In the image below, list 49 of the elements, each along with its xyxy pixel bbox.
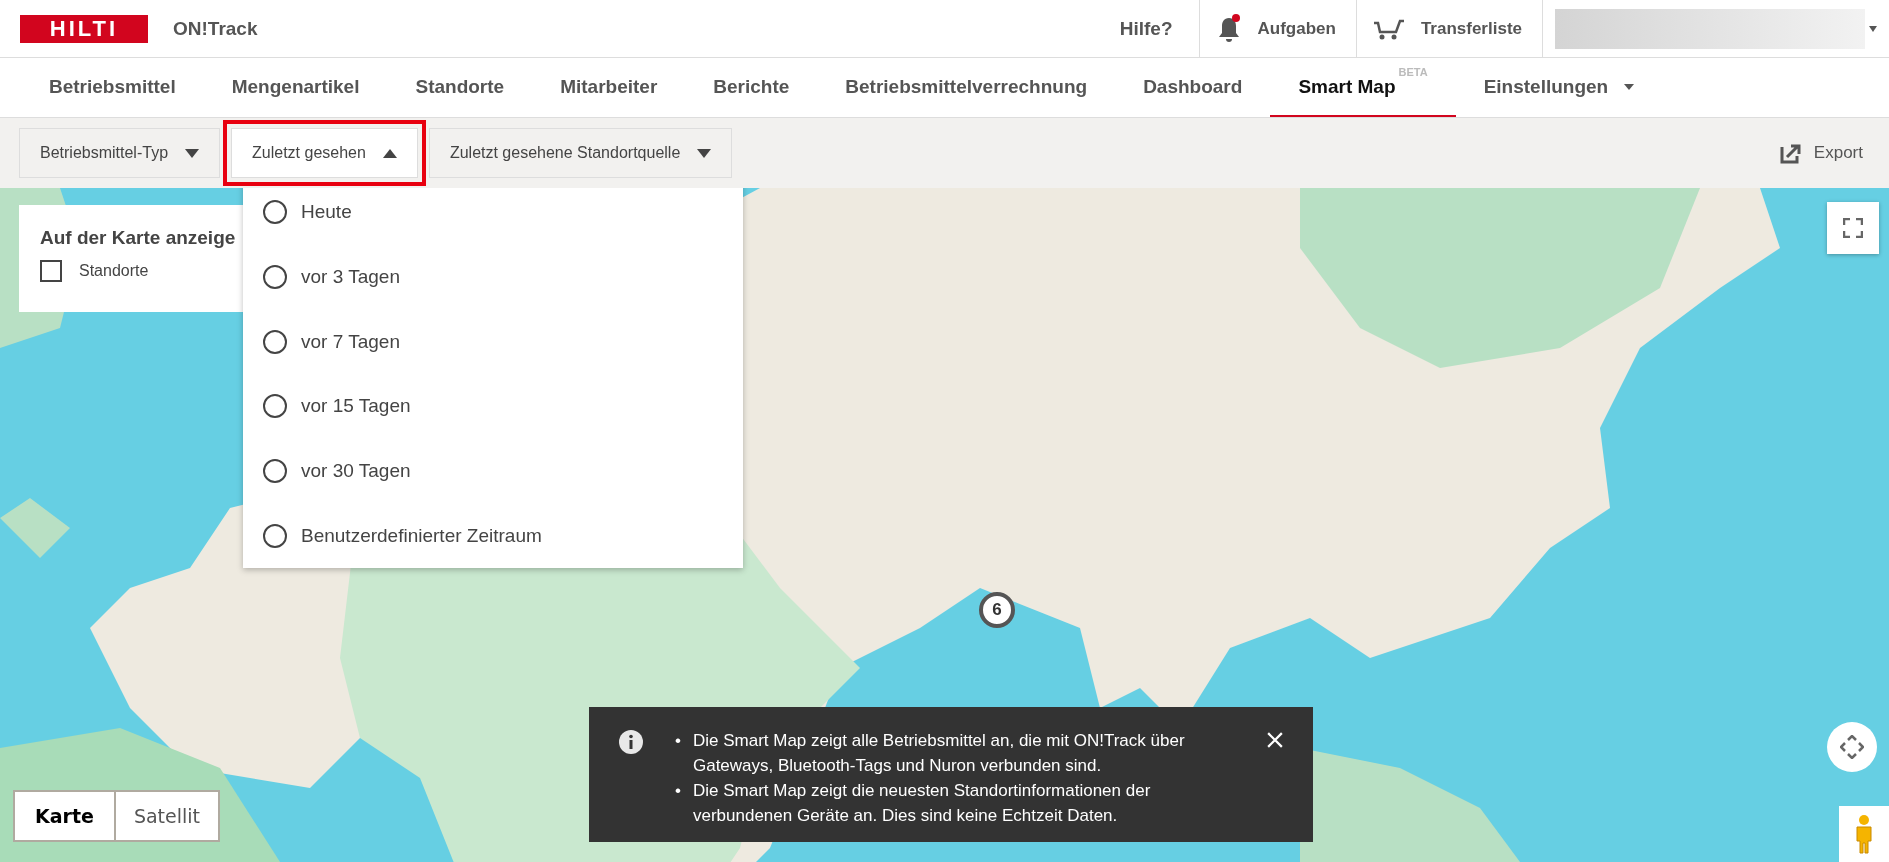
close-icon[interactable] xyxy=(1267,732,1283,748)
person-icon xyxy=(1854,814,1874,854)
fullscreen-icon xyxy=(1843,218,1863,238)
nav-tab[interactable]: Dashboard xyxy=(1115,58,1271,117)
radio-button[interactable] xyxy=(263,265,287,290)
radio-button[interactable] xyxy=(263,200,287,225)
logo[interactable]: HILTI xyxy=(20,14,148,43)
radio-button[interactable] xyxy=(263,394,287,419)
dropdown-option[interactable]: Heute xyxy=(243,188,743,245)
nav-tab[interactable]: Standorte xyxy=(387,58,533,117)
info-icon xyxy=(619,730,643,754)
caret-icon xyxy=(382,148,397,158)
help-link[interactable]: Hilfe? xyxy=(1119,17,1173,40)
export-button[interactable]: Export xyxy=(1773,141,1869,165)
map-type-button[interactable]: Satellit xyxy=(115,792,219,840)
dropdown-option[interactable]: vor 15 Tagen xyxy=(243,374,743,439)
nav-tab[interactable]: Einstellungen xyxy=(1455,58,1663,117)
fullscreen-button[interactable] xyxy=(1827,202,1879,254)
radio-button[interactable] xyxy=(263,523,287,548)
caret-icon xyxy=(1624,83,1635,90)
dropdown-option[interactable]: vor 7 Tagen xyxy=(243,309,743,375)
dropdown-option[interactable]: Benutzerdefinierter Zeitraum xyxy=(243,503,743,569)
nav-tab[interactable]: Betriebsmittelverrechnung xyxy=(817,58,1116,117)
checkbox-label[interactable]: Standorte xyxy=(79,262,149,280)
panel-title: Auf der Karte anzeige xyxy=(40,227,237,249)
info-text: Die Smart Map zeigt alle Betriebsmittel an, die mit ON!Track über Gateways, Bluetooth-Tags und Nuron verbunden sind. xyxy=(692,730,1186,777)
nav-tab[interactable]: Berichte xyxy=(685,58,818,117)
dropdown-option[interactable]: vor 30 Tagen xyxy=(243,438,743,504)
radio-button[interactable] xyxy=(263,329,287,354)
export-icon xyxy=(1779,142,1802,164)
nav-tab[interactable]: Mitarbeiter xyxy=(532,58,686,117)
tasks-link[interactable]: Aufgaben xyxy=(1257,18,1336,39)
filter-dropdown[interactable]: Betriebsmittel-Typ xyxy=(19,128,221,178)
move-icon xyxy=(1840,735,1864,759)
info-text: Die Smart Map zeigt die neuesten Standortinformationen der verbundenen Geräte an. Dies sind keine Echtzeit Daten. xyxy=(692,780,1152,827)
map-type-button[interactable]: Karte xyxy=(15,792,114,840)
nav-tab[interactable]: Betriebsmittel xyxy=(21,58,204,117)
radio-button[interactable] xyxy=(263,459,287,484)
bullet: • xyxy=(675,780,681,802)
checkbox[interactable] xyxy=(40,260,62,282)
dropdown-option[interactable]: vor 3 Tagen xyxy=(243,244,743,310)
transfer-list-link[interactable]: Transferliste xyxy=(1420,18,1522,39)
filter-dropdown[interactable]: Zuletzt gesehene Standortquelle xyxy=(428,128,733,178)
caret-icon[interactable] xyxy=(1869,25,1877,32)
nav-tab[interactable]: Mengenartikel xyxy=(203,58,388,117)
caret-icon xyxy=(185,148,200,158)
caret-icon xyxy=(697,148,712,158)
app-name: ON!Track xyxy=(173,17,258,40)
bullet: • xyxy=(675,730,681,752)
